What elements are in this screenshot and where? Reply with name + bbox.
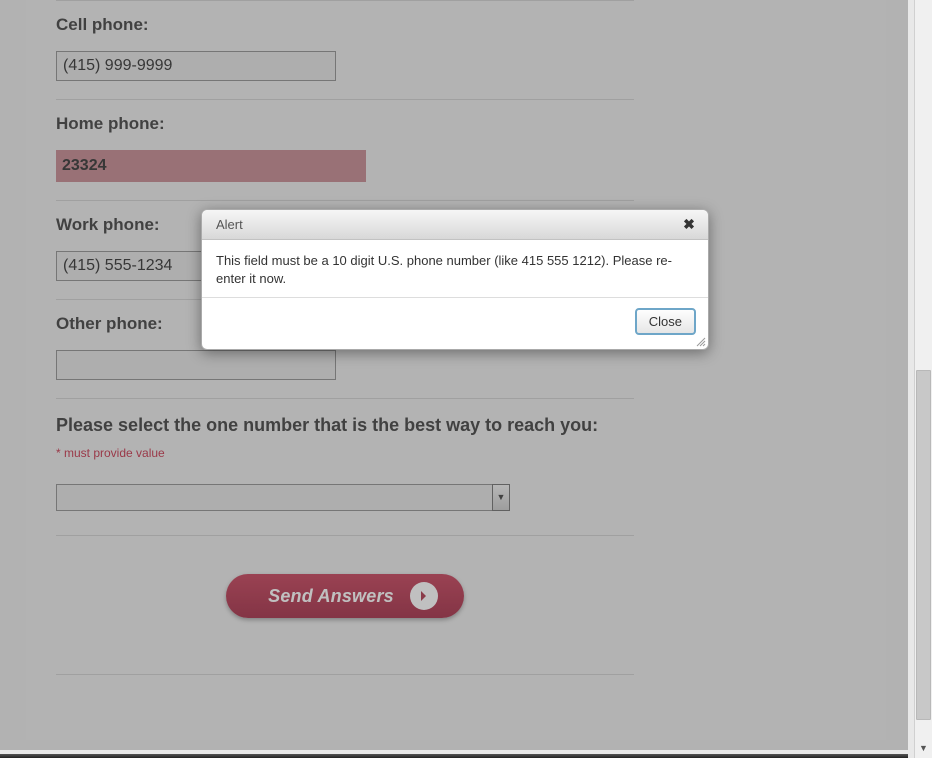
resize-grip-icon[interactable] [694,335,706,347]
modal-overlay [0,0,908,750]
page-bottom-border [0,754,908,758]
scrollbar-thumb[interactable] [916,370,931,720]
close-button[interactable]: Close [635,308,696,335]
alert-dialog: Alert ✖ This field must be a 10 digit U.… [201,209,709,350]
dialog-button-row: Close [202,298,708,349]
dialog-title: Alert [216,217,243,232]
close-icon[interactable]: ✖ [680,216,698,233]
scrollbar-track[interactable] [915,0,932,740]
scroll-down-arrow-icon[interactable]: ▼ [915,740,932,758]
dialog-message: This field must be a 10 digit U.S. phone… [202,240,708,298]
outer-scrollbar[interactable]: ▼ [914,0,932,758]
dialog-titlebar[interactable]: Alert ✖ [202,210,708,240]
